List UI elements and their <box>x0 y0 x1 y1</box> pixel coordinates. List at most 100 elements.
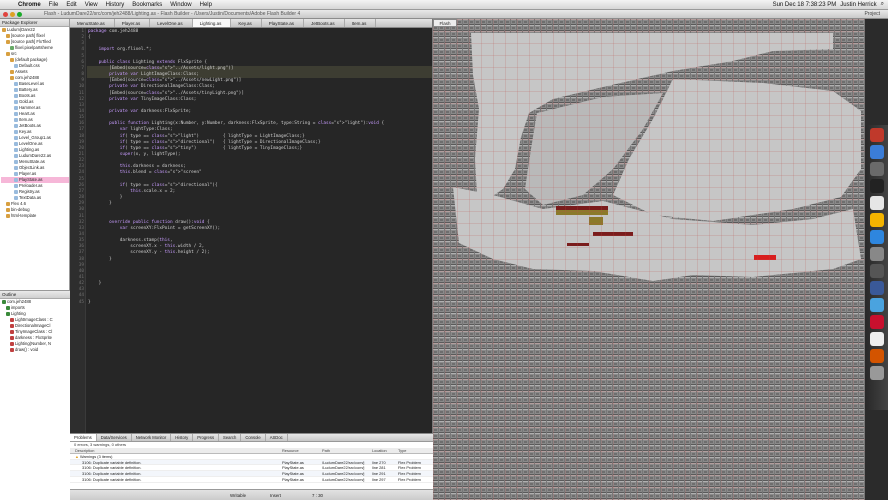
cell-l: line 270 <box>372 459 386 465</box>
file-icon <box>6 34 10 38</box>
col-resource[interactable]: Resource <box>282 448 322 453</box>
code-area[interactable]: 1 package com.jeh2488 2{3 4 import org.flix… <box>70 28 432 433</box>
dock-app-icon[interactable] <box>869 196 884 210</box>
code-line[interactable]: var screenXY:FlxPoint = getScreenXY(); <box>88 226 220 232</box>
bottom-tab[interactable]: Console <box>241 434 266 441</box>
dock-app-icon[interactable] <box>869 162 884 176</box>
line-number: 12 <box>78 96 84 102</box>
dock-app-icon[interactable] <box>869 315 884 329</box>
code-line[interactable]: public class Lighting extends FlxSprite … <box>88 60 207 66</box>
bottom-tab[interactable]: Progress <box>193 434 220 441</box>
bottom-tab[interactable]: History <box>171 434 194 441</box>
menu-chrome[interactable]: Chrome <box>14 2 45 8</box>
bottom-tab[interactable]: Data/Services <box>97 434 132 441</box>
dock-app-icon[interactable] <box>869 281 884 295</box>
dock-app-icon[interactable] <box>869 145 884 159</box>
dock-app-icon[interactable] <box>869 128 884 142</box>
menu-edit[interactable]: Edit <box>62 2 80 8</box>
menu-window[interactable]: Window <box>166 2 195 8</box>
cell-p: /LudumDare22/src/com/j <box>322 476 365 482</box>
code-line[interactable]: private var DirectionalImageClass:Class; <box>88 84 215 90</box>
member-icon <box>10 336 14 340</box>
tree-item-label: flixel.pixelpartsheme <box>15 45 53 50</box>
bottom-tab[interactable]: Network Monitor <box>132 434 172 441</box>
code-line[interactable]: this.scale.x = 2; <box>88 189 175 195</box>
dock-app-icon[interactable] <box>869 264 884 278</box>
editor-tab[interactable]: JetBoots.as <box>304 19 345 27</box>
menu-view[interactable]: View <box>81 2 102 8</box>
col-location[interactable]: Location <box>372 448 398 453</box>
left-sidebar: Package Explorer Ludum(Dare22 [source pat… <box>0 19 70 500</box>
menu-help[interactable]: Help <box>196 2 216 8</box>
minimize-icon[interactable] <box>10 11 15 17</box>
line-number: 5 <box>81 53 84 59</box>
line-number: 24 <box>78 170 84 176</box>
dock-app-icon[interactable] <box>869 332 884 346</box>
dock-app-icon[interactable] <box>869 298 884 312</box>
code-line[interactable]: if( type == class="s">"directional") { l… <box>88 140 321 146</box>
line-number: 4 <box>81 47 84 53</box>
col-type[interactable]: Type <box>398 448 433 453</box>
clock[interactable]: Sun Dec 18 7:38:23 PM <box>773 2 837 8</box>
code-line[interactable]: [Embed(source=class="s">"../Assets/tinyL… <box>88 91 244 97</box>
zoom-icon[interactable] <box>17 11 22 17</box>
cell-l: line 291 <box>372 471 386 477</box>
code-line[interactable]: if( type == class="s">"tiny") { lightTyp… <box>88 146 302 152</box>
editor-tab[interactable]: Player.as <box>115 19 151 27</box>
outline-item[interactable]: draw() : void <box>1 347 70 353</box>
code-line[interactable]: } <box>88 281 102 287</box>
spotlight-icon[interactable]: ⌕ <box>881 1 884 8</box>
line-number: 10 <box>78 84 84 90</box>
file-icon <box>6 52 10 56</box>
close-icon[interactable] <box>3 11 8 17</box>
table-row[interactable]: 3106: Duplicate variable definition. Play… <box>70 477 433 483</box>
editor-tab[interactable]: Lighting.as <box>192 19 232 27</box>
dock-app-icon[interactable] <box>869 366 884 380</box>
menu-bookmarks[interactable]: Bookmarks <box>128 2 166 8</box>
file-icon <box>10 58 14 62</box>
dock-app-icon[interactable] <box>869 247 884 261</box>
game-preview[interactable]: Flash <box>433 19 865 500</box>
editor-tab[interactable]: PlayState.as <box>262 19 305 27</box>
tree-item[interactable]: html-template <box>1 213 69 219</box>
col-path[interactable]: Path <box>322 448 372 453</box>
code-line[interactable]: } <box>88 300 91 306</box>
col-description[interactable]: Description <box>70 448 282 453</box>
code-line[interactable]: } <box>88 257 112 263</box>
code-line[interactable]: import org.flixel.*; <box>88 47 152 53</box>
bottom-tab[interactable]: Problems <box>70 434 97 441</box>
cell-t: Flex Problem <box>398 465 421 471</box>
menu-file[interactable]: File <box>45 2 63 8</box>
code-line[interactable]: if( type == class="s">"light") { lightTy… <box>88 134 305 140</box>
flash-player-tab[interactable]: Flash <box>433 19 457 27</box>
editor-tab[interactable]: MenuState.as <box>70 19 115 27</box>
file-icon <box>14 196 18 200</box>
code-line[interactable]: package com.jeh2488 <box>88 29 138 35</box>
code-line[interactable]: var lightType:Class; <box>88 127 173 133</box>
code-line[interactable]: this.blend = class="s">"screen" <box>88 170 202 176</box>
line-number: 33 <box>78 225 84 231</box>
editor-tab[interactable]: Item.as <box>345 19 377 27</box>
editor-tab[interactable]: Key.as <box>231 19 262 27</box>
user-name[interactable]: Justin Herrick <box>840 2 876 8</box>
code-line[interactable]: [Embed(source=class="s">"../Assets/light… <box>88 66 233 72</box>
code-line[interactable]: private var darkness:FlxSprite; <box>88 109 191 115</box>
bottom-tab[interactable]: ASDoc <box>266 434 288 441</box>
code-line[interactable]: { <box>88 35 91 41</box>
code-line[interactable]: } <box>88 201 112 207</box>
editor-tab[interactable]: LevelOne.as <box>150 19 193 27</box>
dock-app-icon[interactable] <box>869 213 884 227</box>
dock-app-icon[interactable] <box>869 230 884 244</box>
file-icon <box>14 190 18 194</box>
code-line[interactable]: override public function draw():void { <box>88 220 210 226</box>
dock-app-icon[interactable] <box>869 349 884 363</box>
line-number: 19 <box>78 139 84 145</box>
code-line[interactable]: private var TinyImageClass:Class; <box>88 97 196 103</box>
problems-table: Description Resource Path Location Type … <box>70 448 433 483</box>
code-line[interactable]: screenXY.y - this.height / 2); <box>88 250 209 256</box>
menu-history[interactable]: History <box>102 2 129 8</box>
dock-app-icon[interactable] <box>869 179 884 193</box>
code-line[interactable]: if( type == class="s">"directional"){ <box>88 183 218 189</box>
bottom-tab[interactable]: Search <box>219 434 242 441</box>
code-line[interactable]: super(x, y, lightType); <box>88 152 181 158</box>
